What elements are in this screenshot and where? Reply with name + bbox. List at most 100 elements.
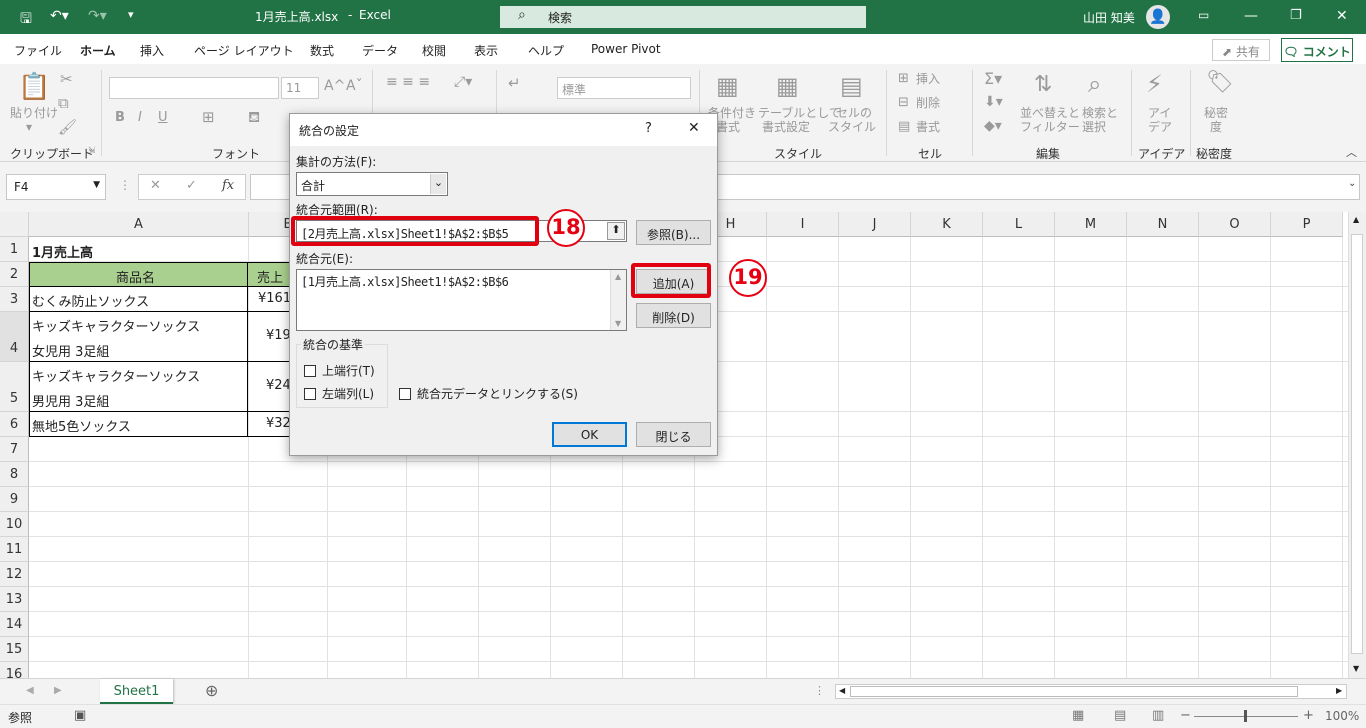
italic-icon[interactable]: I [138,110,142,125]
cell-styles-label[interactable]: セルの [836,106,872,120]
scroll-up-icon[interactable]: ▲ [615,272,621,281]
zoom-in-icon[interactable]: + [1303,708,1314,723]
bold-icon[interactable]: B [115,110,125,125]
tab-help[interactable]: ヘルプ [528,42,564,59]
row-header[interactable]: 1 [0,237,29,262]
find-select-label[interactable]: 検索と [1082,106,1118,120]
row-header[interactable]: 2 [0,262,29,287]
zoom-level[interactable]: 100% [1325,709,1359,723]
all-references-list[interactable]: [1月売上高.xlsx]Sheet1!$A$2:$B$6 ▲ ▼ [296,269,627,331]
cell-a4-line2[interactable]: 女児用 3足組 [32,341,109,360]
row-header[interactable]: 9 [0,487,29,512]
font-size-dropdown[interactable]: 11 [281,77,319,99]
cell-b3[interactable]: ¥161 [258,291,291,306]
format-painter-icon[interactable]: 🖌 [58,118,77,136]
row-header[interactable]: 8 [0,462,29,487]
save-icon[interactable]: 🖫 [20,8,32,32]
function-dropdown[interactable]: 合計 ⌄ [296,172,448,196]
row-header[interactable]: 6 [0,412,29,437]
tab-formulas[interactable]: 数式 [310,42,334,59]
format-as-table-label-2[interactable]: 書式設定 [762,120,810,134]
cell-a1[interactable]: 1月売上高 [32,242,93,261]
insert-cells-label[interactable]: 挿入 [916,72,940,86]
cell-b5[interactable]: ¥24 [266,378,291,393]
column-header-a[interactable]: A [29,212,249,237]
ok-button[interactable]: OK [552,422,627,447]
cell-b6[interactable]: ¥32 [266,416,291,431]
top-row-checkbox[interactable]: 上端行(T) [304,362,375,379]
insert-function-icon[interactable]: fx [222,178,234,193]
column-header-l[interactable]: L [983,212,1055,237]
increase-font-icon[interactable]: A^ [324,78,345,94]
avatar[interactable]: 👤 [1146,5,1170,29]
tab-view[interactable]: 表示 [474,42,498,59]
horizontal-scroll-thumb[interactable] [850,686,1298,697]
search-box[interactable]: ⌕ 検索 [500,6,866,28]
macro-record-icon[interactable]: ▣ [74,708,86,723]
row-header[interactable]: 15 [0,637,29,662]
sensitivity-label-2[interactable]: 度 [1210,120,1222,134]
sensitivity-label[interactable]: 秘密 [1204,106,1228,120]
ideas-label[interactable]: アイ [1148,106,1171,120]
tab-data[interactable]: データ [362,42,398,59]
page-break-view-icon[interactable]: ▥ [1152,708,1164,723]
sheet-tab-sheet1[interactable]: Sheet1 [100,679,173,704]
column-header-o[interactable]: O [1199,212,1271,237]
checkbox-box[interactable] [304,388,316,400]
cell-a5-line1[interactable]: キッズキャラクターソックス [32,366,200,385]
column-header-n[interactable]: N [1127,212,1199,237]
cell-a6[interactable]: 無地5色ソックス [32,416,131,435]
underline-icon[interactable]: U [158,110,168,125]
scroll-left-icon[interactable]: ◀ [839,686,845,695]
orientation-icon[interactable]: ⤢▾ [454,74,472,90]
chevron-down-icon[interactable]: ⌄ [430,174,446,194]
user-name[interactable]: 山田 知美 [1083,9,1135,26]
column-header-m[interactable]: M [1055,212,1127,237]
close-icon[interactable]: ✕ [688,120,700,136]
left-column-checkbox[interactable]: 左端列(L) [304,385,374,402]
share-button[interactable]: ⬈ 共有 [1212,39,1270,61]
collapse-ribbon-icon[interactable]: ︿ [1346,144,1357,160]
cell-a4-line1[interactable]: キッズキャラクターソックス [32,316,200,335]
font-name-dropdown[interactable] [109,77,279,99]
close-window-icon[interactable]: ✕ [1336,8,1348,24]
sort-filter-icon[interactable]: ⇅ [1034,72,1052,97]
minimize-icon[interactable]: — [1244,8,1258,24]
tab-insert[interactable]: 挿入 [140,42,164,59]
comment-button[interactable]: 🗨 コメント [1281,38,1353,62]
row-header[interactable]: 16 [0,662,29,678]
tab-power-pivot[interactable]: Power Pivot [591,42,661,56]
autosum-icon[interactable]: Σ▾ [984,69,1002,88]
browse-button[interactable]: 参照(B)... [636,220,711,245]
customize-quick-access-icon[interactable]: ▾ [128,8,134,21]
name-box[interactable]: F4 ▼ [6,174,106,200]
find-select-icon[interactable]: ⌕ [1088,70,1101,98]
enter-entry-icon[interactable]: ✓ [186,178,197,193]
cell-styles-label-2[interactable]: スタイル [828,120,876,134]
cell-a3[interactable]: むくみ防止ソックス [32,291,149,310]
column-header-i[interactable]: I [767,212,839,237]
column-header-k[interactable]: K [911,212,983,237]
scroll-down-icon[interactable]: ▼ [615,319,621,328]
scroll-right-icon[interactable]: ▶ [1336,686,1342,695]
cell-a5-line2[interactable]: 男児用 3足組 [32,391,109,410]
tab-file[interactable]: ファイル [14,42,62,59]
sort-filter-label-2[interactable]: フィルター [1020,120,1080,134]
column-header-p[interactable]: P [1271,212,1343,237]
paste-dropdown[interactable]: ▾ [26,120,32,134]
cancel-entry-icon[interactable]: ✕ [150,178,161,193]
row-header[interactable]: 10 [0,512,29,537]
delete-button[interactable]: 削除(D) [636,303,711,328]
column-header-j[interactable]: J [839,212,911,237]
help-icon[interactable]: ? [645,121,652,136]
undo-icon[interactable]: ↶▾ [50,8,69,24]
expand-formula-bar-icon[interactable]: ⌄ [1348,178,1356,189]
row-header[interactable]: 7 [0,437,29,462]
ideas-label-2[interactable]: デア [1148,120,1172,134]
conditional-format-icon[interactable]: ▦ [716,72,739,100]
sensitivity-icon[interactable]: 🏷 [1206,70,1234,95]
border-icon[interactable]: ⊞ [202,108,215,126]
normal-view-icon[interactable]: ▦ [1072,708,1084,723]
sort-filter-label[interactable]: 並べ替えと [1020,106,1080,120]
ideas-icon[interactable]: ⚡ [1146,70,1163,98]
